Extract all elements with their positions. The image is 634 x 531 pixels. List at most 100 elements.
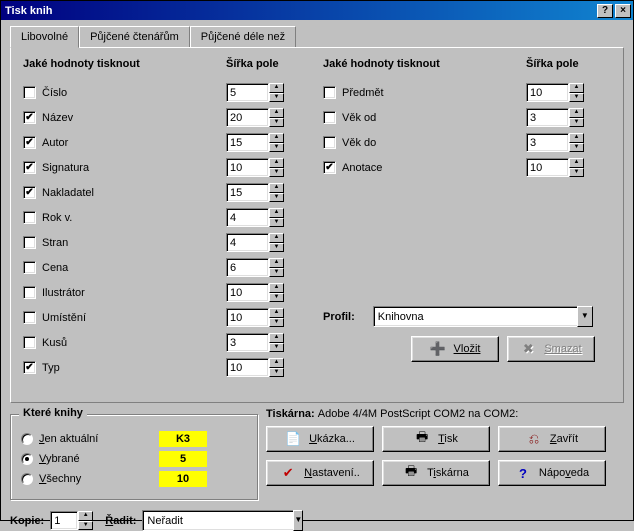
spin-up-icon[interactable]: ▲ bbox=[269, 358, 284, 368]
chevron-down-icon[interactable]: ▼ bbox=[577, 306, 593, 327]
field-checkbox[interactable]: ✔ bbox=[23, 361, 36, 374]
spin-up-icon[interactable]: ▲ bbox=[78, 511, 93, 521]
width-spinner[interactable]: ▲▼ bbox=[226, 133, 284, 152]
spin-up-icon[interactable]: ▲ bbox=[569, 83, 584, 93]
field-row: ✔Nakladatel▲▼ bbox=[23, 180, 284, 205]
spin-up-icon[interactable]: ▲ bbox=[269, 308, 284, 318]
help-titlebar-button[interactable]: ? bbox=[597, 4, 613, 18]
spin-up-icon[interactable]: ▲ bbox=[269, 83, 284, 93]
spin-down-icon[interactable]: ▼ bbox=[269, 143, 284, 153]
field-checkbox[interactable]: ✔ bbox=[23, 161, 36, 174]
field-checkbox[interactable] bbox=[323, 86, 336, 99]
field-label: Kusů bbox=[42, 337, 122, 349]
field-row: ✔Typ▲▼ bbox=[23, 355, 284, 380]
profile-value[interactable] bbox=[373, 306, 577, 327]
books-radio[interactable] bbox=[21, 453, 33, 465]
width-spinner[interactable]: ▲▼ bbox=[226, 158, 284, 177]
field-row: Věk do▲▼ bbox=[323, 130, 584, 155]
books-radio[interactable] bbox=[21, 473, 33, 485]
field-label: Cena bbox=[42, 262, 122, 274]
tab-2[interactable]: Půjčené déle než bbox=[190, 26, 296, 48]
field-checkbox[interactable] bbox=[23, 86, 36, 99]
printer-value: Adobe 4/4M PostScript COM2 na COM2: bbox=[318, 408, 519, 420]
width-spinner[interactable]: ▲▼ bbox=[226, 283, 284, 302]
field-checkbox[interactable]: ✔ bbox=[23, 111, 36, 124]
spin-down-icon[interactable]: ▼ bbox=[569, 93, 584, 103]
spin-down-icon[interactable]: ▼ bbox=[269, 168, 284, 178]
field-checkbox[interactable]: ✔ bbox=[23, 186, 36, 199]
field-checkbox[interactable] bbox=[23, 261, 36, 274]
spin-down-icon[interactable]: ▼ bbox=[269, 368, 284, 378]
tab-0[interactable]: Libovolné bbox=[10, 26, 79, 48]
left-fields-column: Číslo▲▼✔Název▲▼✔Autor▲▼✔Signatura▲▼✔Nakl… bbox=[23, 80, 284, 380]
spin-up-icon[interactable]: ▲ bbox=[269, 183, 284, 193]
spin-up-icon[interactable]: ▲ bbox=[269, 333, 284, 343]
spin-down-icon[interactable]: ▼ bbox=[269, 318, 284, 328]
width-spinner[interactable]: ▲▼ bbox=[226, 308, 284, 327]
spin-down-icon[interactable]: ▼ bbox=[269, 243, 284, 253]
width-spinner[interactable]: ▲▼ bbox=[526, 158, 584, 177]
profile-insert-button[interactable]: ➕ Vložit bbox=[411, 336, 499, 362]
width-spinner[interactable]: ▲▼ bbox=[226, 233, 284, 252]
spin-up-icon[interactable]: ▲ bbox=[269, 108, 284, 118]
spin-down-icon[interactable]: ▼ bbox=[269, 93, 284, 103]
close-titlebar-button[interactable]: × bbox=[615, 4, 631, 18]
width-spinner[interactable]: ▲▼ bbox=[526, 133, 584, 152]
width-spinner[interactable]: ▲▼ bbox=[226, 258, 284, 277]
width-spinner[interactable]: ▲▼ bbox=[226, 208, 284, 227]
right-fields-column: Předmět▲▼Věk od▲▼Věk do▲▼✔Anotace▲▼ bbox=[323, 80, 584, 180]
spin-up-icon[interactable]: ▲ bbox=[269, 133, 284, 143]
spin-down-icon[interactable]: ▼ bbox=[569, 118, 584, 128]
spin-up-icon[interactable]: ▲ bbox=[569, 108, 584, 118]
field-checkbox[interactable] bbox=[23, 311, 36, 324]
spin-down-icon[interactable]: ▼ bbox=[269, 343, 284, 353]
close-button[interactable]: ⎌ Zavřít bbox=[498, 426, 606, 452]
field-label: Číslo bbox=[42, 87, 122, 99]
field-label: Umístění bbox=[42, 312, 122, 324]
spin-up-icon[interactable]: ▲ bbox=[269, 208, 284, 218]
field-checkbox[interactable] bbox=[23, 211, 36, 224]
width-spinner[interactable]: ▲▼ bbox=[226, 358, 284, 377]
print-button[interactable]: 🖶 Tisk bbox=[382, 426, 490, 452]
header-values-left: Jaké hodnoty tisknout bbox=[23, 58, 140, 70]
field-checkbox[interactable]: ✔ bbox=[23, 136, 36, 149]
spin-down-icon[interactable]: ▼ bbox=[269, 268, 284, 278]
spin-up-icon[interactable]: ▲ bbox=[269, 233, 284, 243]
field-row: Cena ▲▼ bbox=[23, 255, 284, 280]
spin-down-icon[interactable]: ▼ bbox=[269, 293, 284, 303]
tab-panel: Jaké hodnoty tisknout Šířka pole Jaké ho… bbox=[10, 47, 624, 403]
field-checkbox[interactable] bbox=[23, 286, 36, 299]
field-checkbox[interactable] bbox=[323, 111, 336, 124]
width-spinner[interactable]: ▲▼ bbox=[226, 183, 284, 202]
tab-1[interactable]: Půjčené čtenářům bbox=[79, 26, 190, 48]
spin-down-icon[interactable]: ▼ bbox=[269, 218, 284, 228]
help-button[interactable]: ? Nápoveda bbox=[498, 460, 606, 486]
spin-down-icon[interactable]: ▼ bbox=[569, 168, 584, 178]
spin-up-icon[interactable]: ▲ bbox=[269, 283, 284, 293]
width-spinner[interactable]: ▲▼ bbox=[226, 108, 284, 127]
spin-down-icon[interactable]: ▼ bbox=[569, 143, 584, 153]
field-checkbox[interactable] bbox=[23, 236, 36, 249]
spin-down-icon[interactable]: ▼ bbox=[269, 118, 284, 128]
spin-down-icon[interactable]: ▼ bbox=[78, 521, 93, 531]
check-icon: ✔ bbox=[280, 465, 296, 481]
spin-up-icon[interactable]: ▲ bbox=[269, 258, 284, 268]
spin-up-icon[interactable]: ▲ bbox=[569, 158, 584, 168]
spin-up-icon[interactable]: ▲ bbox=[269, 158, 284, 168]
spin-up-icon[interactable]: ▲ bbox=[569, 133, 584, 143]
width-spinner[interactable]: ▲▼ bbox=[526, 83, 584, 102]
books-radio[interactable] bbox=[21, 433, 33, 445]
width-spinner[interactable]: ▲▼ bbox=[526, 108, 584, 127]
width-spinner[interactable]: ▲▼ bbox=[226, 83, 284, 102]
field-row: ✔Signatura▲▼ bbox=[23, 155, 284, 180]
width-spinner[interactable]: ▲▼ bbox=[226, 333, 284, 352]
profile-label: Profil: bbox=[323, 311, 355, 323]
printer-button[interactable]: 🖶 Tiskárna bbox=[382, 460, 490, 486]
spin-down-icon[interactable]: ▼ bbox=[269, 193, 284, 203]
field-checkbox[interactable]: ✔ bbox=[323, 161, 336, 174]
profile-select[interactable]: ▼ bbox=[373, 306, 593, 327]
field-checkbox[interactable] bbox=[23, 336, 36, 349]
settings-button[interactable]: ✔ Nastavení.. bbox=[266, 460, 374, 486]
preview-button[interactable]: 📄 UUkázka...kázka... bbox=[266, 426, 374, 452]
field-checkbox[interactable] bbox=[323, 136, 336, 149]
